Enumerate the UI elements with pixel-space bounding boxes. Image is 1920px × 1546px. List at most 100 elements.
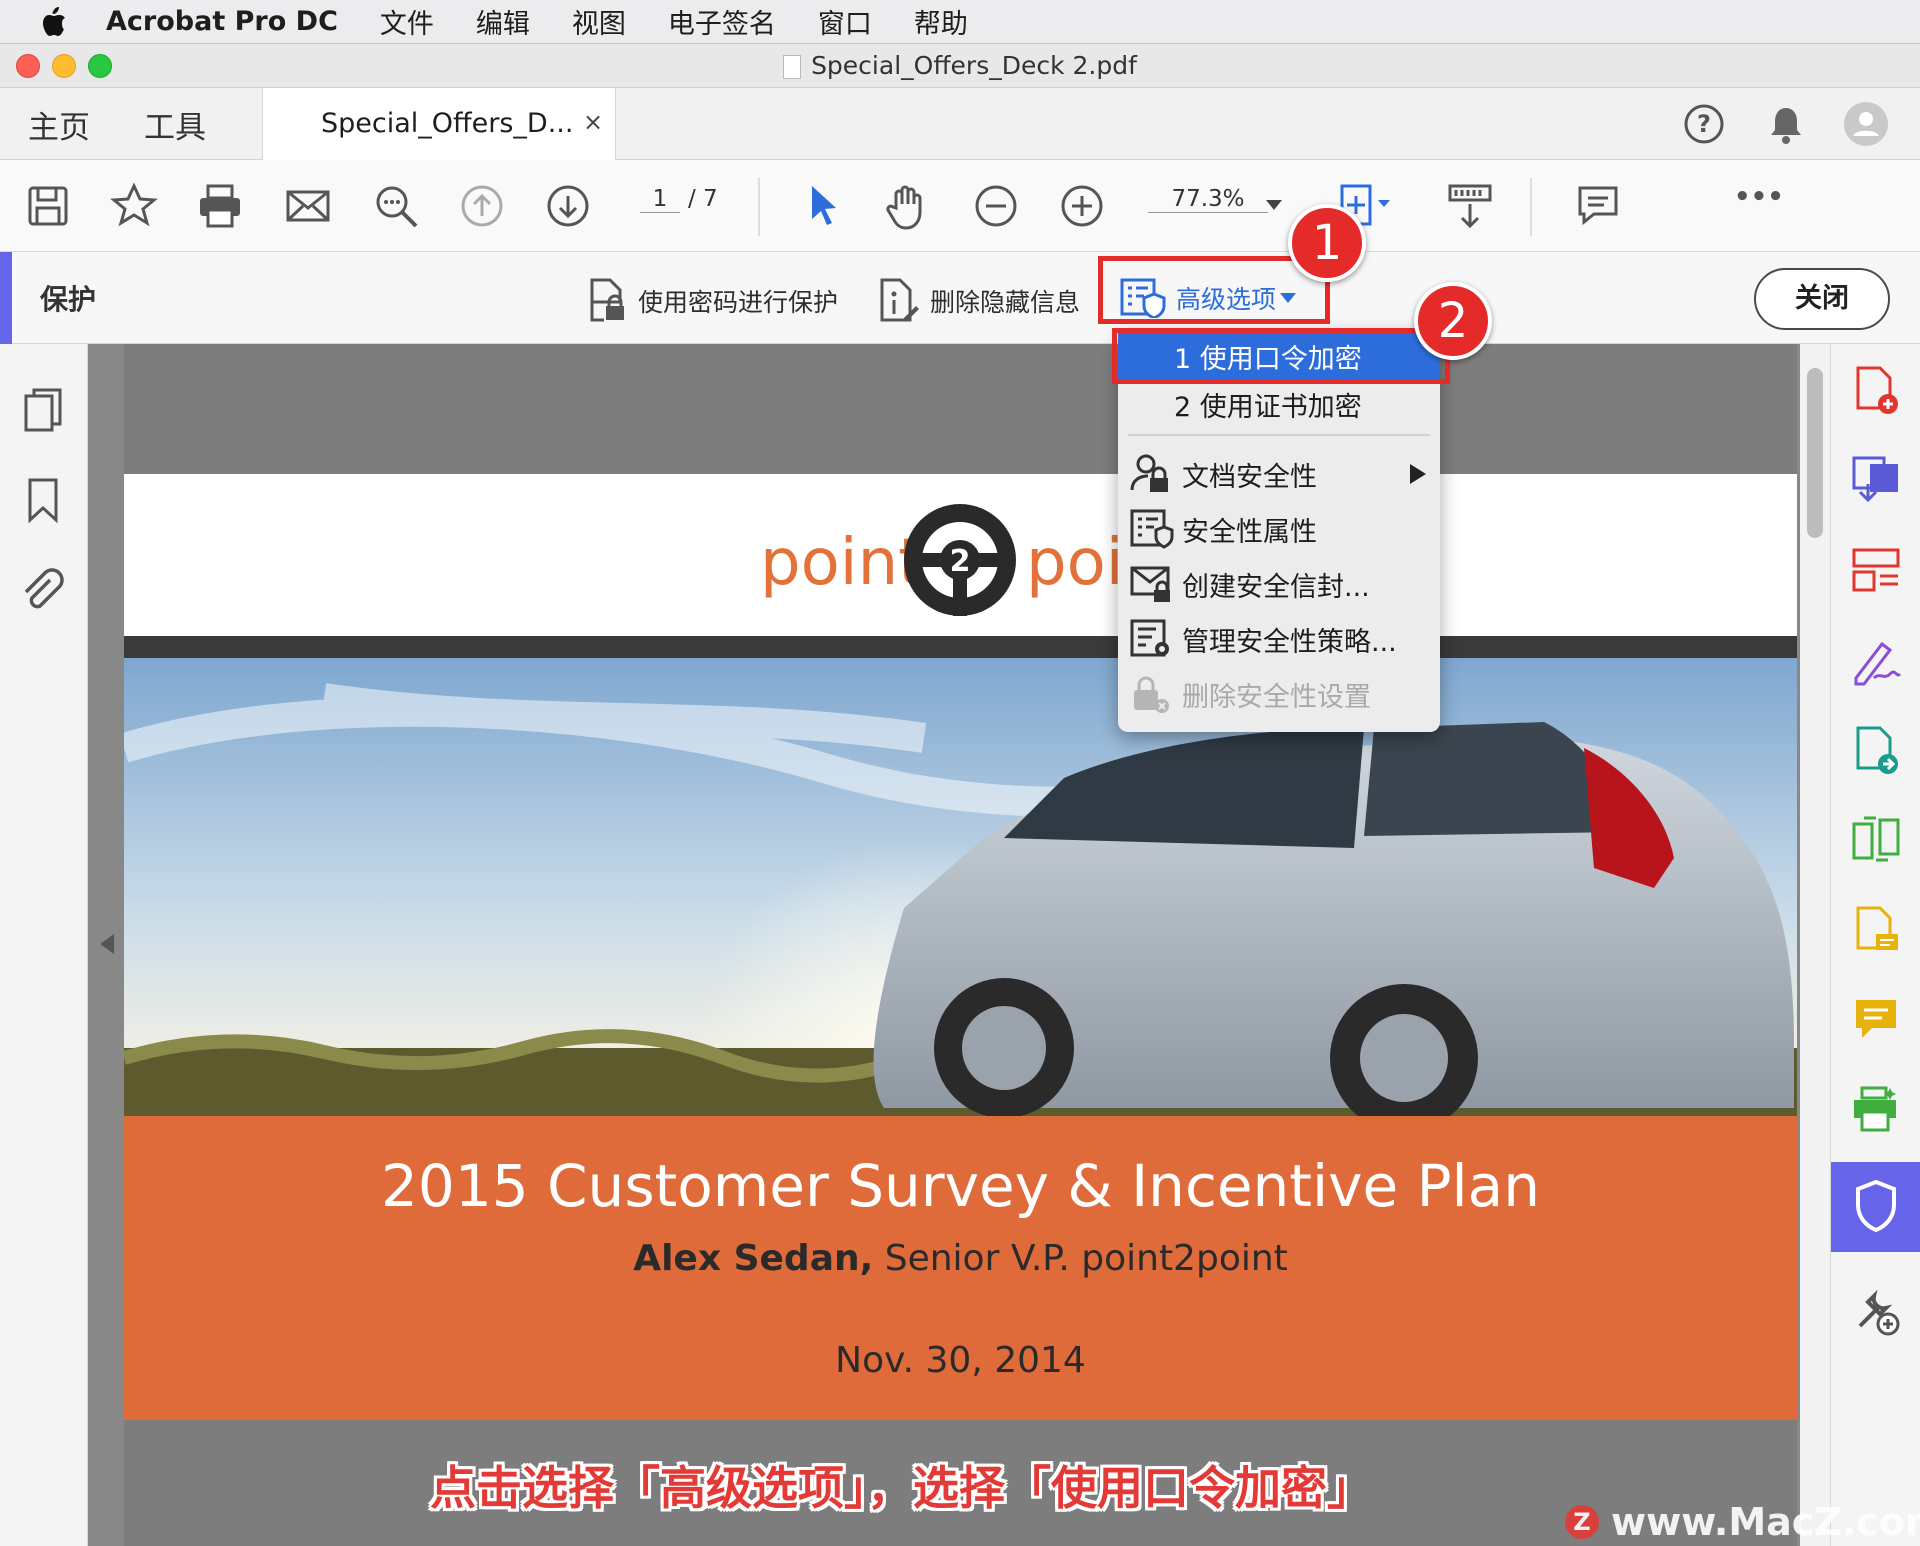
organize-pages-icon[interactable] bbox=[1850, 544, 1902, 596]
annotation-badge-2: 2 bbox=[1414, 282, 1492, 360]
tab-close-icon[interactable]: × bbox=[583, 108, 603, 136]
menu-esign[interactable]: 电子签名 bbox=[668, 2, 776, 41]
more-options-icon[interactable]: ••• bbox=[1734, 182, 1784, 212]
bell-icon[interactable] bbox=[1764, 102, 1808, 146]
page-thumbnails-icon[interactable] bbox=[22, 386, 66, 434]
save-icon[interactable] bbox=[24, 182, 72, 230]
menu-item-document-security[interactable]: 文档安全性 bbox=[1118, 450, 1440, 498]
presentation-date: Nov. 30, 2014 bbox=[835, 1340, 1086, 1381]
page-down-icon[interactable] bbox=[544, 182, 592, 230]
help-icon[interactable]: ? bbox=[1682, 102, 1726, 146]
compare-files-icon[interactable] bbox=[1850, 814, 1902, 866]
mac-menubar: Acrobat Pro DC 文件 编辑 视图 电子签名 窗口 帮助 bbox=[0, 0, 1920, 44]
author-role: Senior V.P. point2point bbox=[873, 1238, 1288, 1279]
scrollbar-thumb[interactable] bbox=[1807, 368, 1823, 538]
comment-tool-icon[interactable] bbox=[1850, 994, 1902, 1046]
main-toolbar: 1 / 7 77.3% ••• bbox=[0, 160, 1920, 252]
password-protect-button[interactable]: 使用密码进行保护 bbox=[586, 278, 838, 324]
tab-document[interactable]: Special_Offers_D... × bbox=[262, 88, 616, 160]
page-number-input[interactable]: 1 bbox=[640, 186, 680, 213]
tab-tools[interactable]: 工具 bbox=[144, 102, 206, 147]
send-for-signature-icon[interactable] bbox=[1850, 724, 1902, 776]
vertical-scrollbar[interactable] bbox=[1800, 344, 1830, 1546]
title-banner: 2015 Customer Survey & Incentive Plan Al… bbox=[124, 1116, 1797, 1420]
password-protect-label: 使用密码进行保护 bbox=[638, 288, 839, 317]
avatar-icon[interactable] bbox=[1842, 100, 1890, 148]
security-properties-icon bbox=[1130, 509, 1174, 549]
menu-view[interactable]: 视图 bbox=[572, 2, 626, 41]
submenu-arrow-icon bbox=[1410, 464, 1426, 484]
menu-item-create-envelope[interactable]: 创建安全信封... bbox=[1118, 560, 1440, 608]
bookmark-icon[interactable] bbox=[24, 476, 64, 524]
menu-app-name[interactable]: Acrobat Pro DC bbox=[106, 6, 338, 37]
zoom-out-icon[interactable] bbox=[972, 182, 1020, 230]
presentation-headline: 2015 Customer Survey & Incentive Plan bbox=[381, 1152, 1540, 1220]
menu-item-label: 文档安全性 bbox=[1182, 461, 1317, 493]
page-dark-strip bbox=[124, 636, 1797, 658]
point2point-logo: point 2 poi bbox=[760, 494, 1160, 644]
envelope-lock-icon bbox=[1130, 566, 1170, 602]
apple-icon[interactable] bbox=[38, 5, 88, 39]
print-production-icon[interactable] bbox=[1850, 1084, 1902, 1136]
page-gray-band-top bbox=[124, 344, 1797, 474]
export-pdf-icon[interactable] bbox=[1850, 454, 1902, 506]
zoom-in-icon[interactable] bbox=[1058, 182, 1106, 230]
menu-item-label: 管理安全性策略... bbox=[1182, 626, 1397, 658]
tab-home[interactable]: 主页 bbox=[28, 102, 90, 147]
remove-hidden-info-button[interactable]: 删除隐藏信息 bbox=[876, 278, 1080, 324]
policy-gear-icon bbox=[1130, 619, 1169, 657]
logo-text-point: point bbox=[760, 526, 924, 600]
print-icon[interactable] bbox=[196, 182, 244, 230]
page-up-icon[interactable] bbox=[458, 182, 506, 230]
window-title: Special_Offers_Deck 2.pdf bbox=[0, 44, 1920, 88]
minimize-window-button[interactable] bbox=[52, 54, 76, 78]
menu-item-label: 删除安全性设置 bbox=[1182, 681, 1371, 713]
annotation-badge-1: 1 bbox=[1288, 204, 1366, 282]
edit-pdf-icon[interactable] bbox=[1850, 904, 1902, 956]
zoom-chevron-down-icon[interactable] bbox=[1266, 200, 1282, 210]
site-watermark: Zwww.MacZ.com bbox=[1565, 1500, 1920, 1544]
zoom-level-select[interactable]: 77.3% bbox=[1148, 186, 1268, 213]
remove-hidden-info-label: 删除隐藏信息 bbox=[930, 288, 1081, 317]
right-tools-rail bbox=[1830, 344, 1920, 1546]
author-name: Alex Sedan, bbox=[633, 1238, 874, 1279]
comment-icon[interactable] bbox=[1574, 182, 1622, 230]
close-protect-button[interactable]: 关闭 bbox=[1754, 268, 1890, 330]
attachment-icon[interactable] bbox=[20, 566, 64, 614]
menu-separator bbox=[1128, 434, 1430, 436]
select-cursor-icon[interactable] bbox=[800, 182, 848, 230]
scroll-mode-icon[interactable] bbox=[1446, 182, 1494, 230]
menu-edit[interactable]: 编辑 bbox=[476, 2, 530, 41]
menu-item-remove-security: 删除安全性设置 bbox=[1118, 670, 1440, 718]
search-icon[interactable] bbox=[372, 182, 420, 230]
shield-icon bbox=[1856, 1179, 1896, 1233]
zoom-window-button[interactable] bbox=[88, 54, 112, 78]
add-tools-icon[interactable] bbox=[1850, 1284, 1902, 1336]
close-window-button[interactable] bbox=[16, 54, 40, 78]
hand-icon[interactable] bbox=[884, 182, 932, 230]
menu-file[interactable]: 文件 bbox=[380, 2, 434, 41]
watermark-text: www.MacZ.com bbox=[1611, 1500, 1920, 1544]
protect-tool-active[interactable] bbox=[1831, 1162, 1920, 1252]
fill-sign-icon[interactable] bbox=[1850, 634, 1902, 686]
left-navigation-rail bbox=[0, 344, 88, 1546]
pdf-page: point 2 poi 2015 Customer Survey & Incen… bbox=[124, 344, 1797, 1546]
menu-item-security-properties[interactable]: 安全性属性 bbox=[1118, 505, 1440, 553]
menu-window[interactable]: 窗口 bbox=[818, 2, 872, 41]
menu-item-encrypt-certificate[interactable]: 2 使用证书加密 bbox=[1118, 380, 1440, 428]
star-icon[interactable] bbox=[110, 182, 158, 230]
protect-title: 保护 bbox=[40, 283, 97, 316]
menu-item-manage-policies[interactable]: 管理安全性策略... bbox=[1118, 615, 1440, 663]
watermark-logo-icon: Z bbox=[1565, 1505, 1599, 1539]
create-pdf-icon[interactable] bbox=[1850, 364, 1902, 416]
logo-text-point-right: poi bbox=[1026, 526, 1124, 600]
tab-document-label: Special_Offers_D... bbox=[321, 108, 574, 139]
menu-item-label: 安全性属性 bbox=[1182, 516, 1317, 548]
advanced-options-menu: 1 使用口令加密 2 使用证书加密 文档安全性 安全性属性 创建安全信封... … bbox=[1118, 330, 1440, 732]
logo-number: 2 bbox=[950, 544, 971, 579]
menu-help[interactable]: 帮助 bbox=[914, 2, 968, 41]
collapse-left-panel-icon[interactable] bbox=[100, 934, 114, 954]
email-icon[interactable] bbox=[284, 182, 332, 230]
file-info-icon bbox=[880, 278, 919, 322]
annotation-caption: 点击选择「高级选项」，选择「使用口令加密」 bbox=[430, 1461, 1373, 1515]
